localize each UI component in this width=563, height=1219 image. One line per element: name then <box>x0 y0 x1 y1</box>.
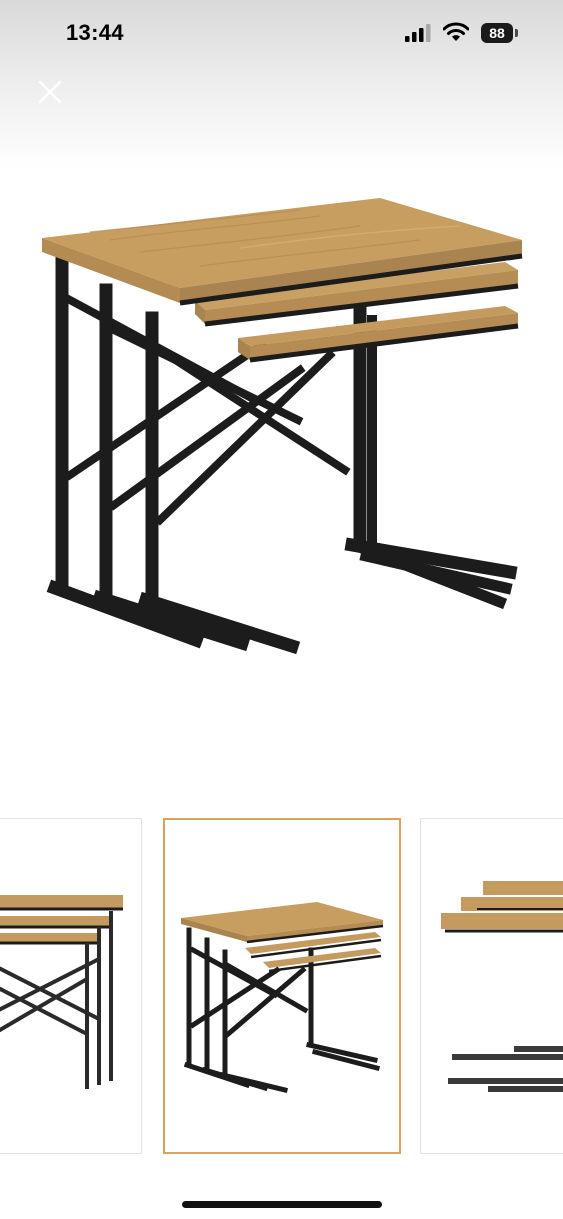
battery-icon: 88 <box>481 23 513 43</box>
status-time: 13:44 <box>66 20 124 45</box>
nesting-tables-thumbnail-image <box>181 902 384 1094</box>
thumbnail-side-view[interactable] <box>0 818 142 1154</box>
close-button[interactable] <box>34 78 66 106</box>
battery-tip <box>515 29 518 37</box>
close-icon <box>38 80 62 104</box>
cellular-signal-icon <box>405 24 431 42</box>
battery-level: 88 <box>489 25 505 41</box>
wifi-icon <box>443 22 469 41</box>
main-product-image[interactable] <box>30 190 540 670</box>
status-bar: 13:44 88 <box>0 0 563 64</box>
thumbnail-strip <box>0 818 563 1156</box>
home-indicator[interactable] <box>182 1201 382 1208</box>
thumbnail-parts-view[interactable] <box>420 818 563 1154</box>
parts-view-image <box>441 881 563 1092</box>
thumbnail-nesting-tables[interactable] <box>163 818 401 1154</box>
side-view-image <box>0 895 123 1089</box>
